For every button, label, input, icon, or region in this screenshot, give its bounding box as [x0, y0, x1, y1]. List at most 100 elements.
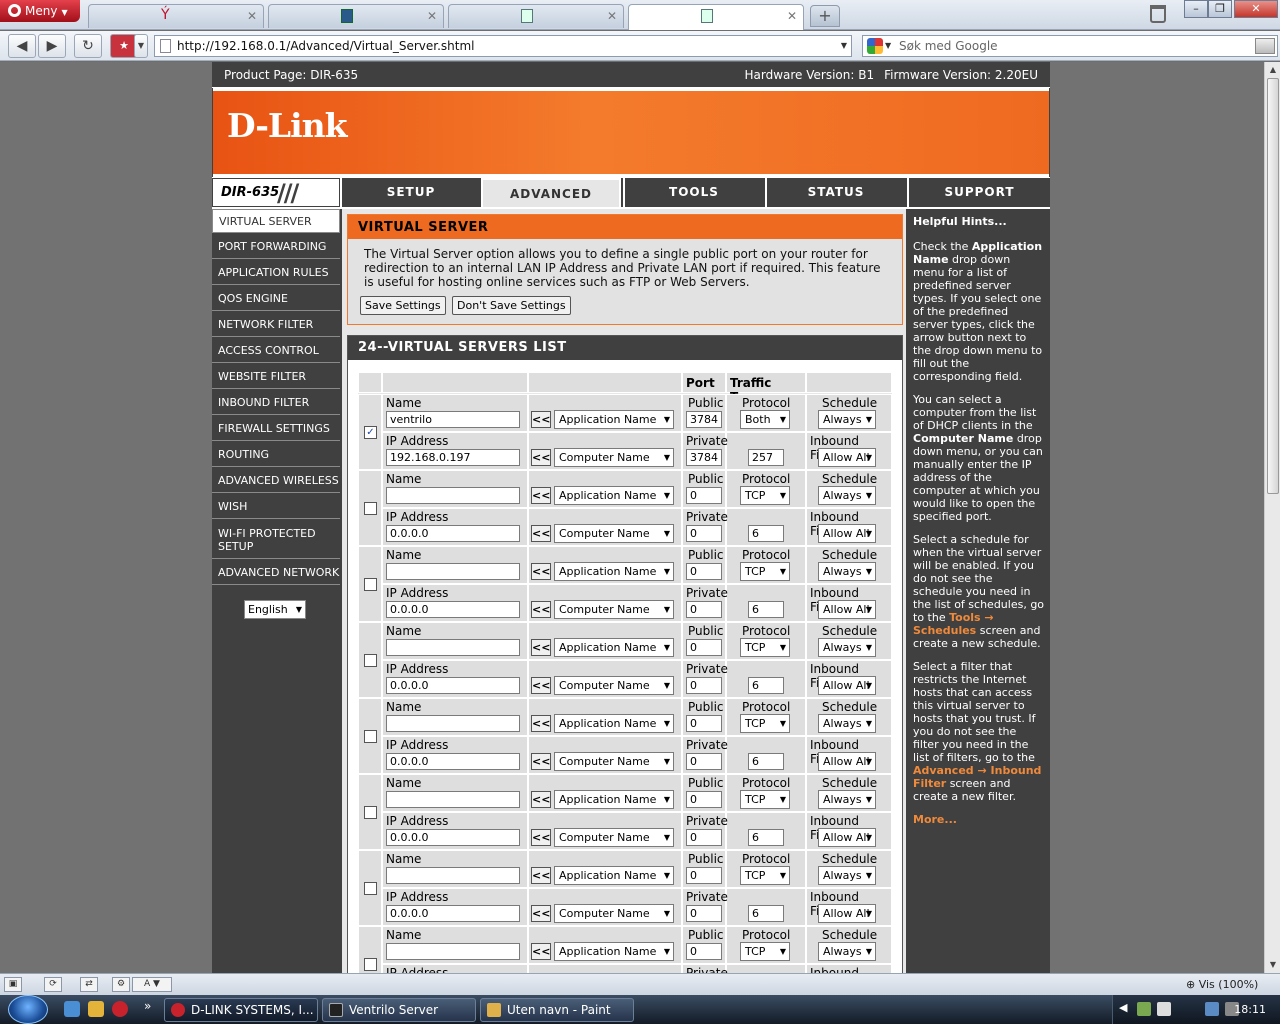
protocol-select[interactable]: TCP ▼: [740, 562, 790, 581]
application-name-select[interactable]: Application Name ▼: [554, 410, 674, 429]
nav-port-forwarding[interactable]: PORT FORWARDING: [212, 235, 340, 259]
nav-virtual-server[interactable]: VIRTUAL SERVER: [212, 209, 340, 233]
public-port-input[interactable]: 0: [686, 487, 722, 504]
inbound-filter-select[interactable]: Allow All ▼: [818, 600, 876, 619]
schedule-select[interactable]: Always ▼: [818, 638, 876, 657]
tray-expand-icon[interactable]: ◀: [1119, 1001, 1127, 1014]
schedule-select[interactable]: Always ▼: [818, 790, 876, 809]
nav-advanced-network[interactable]: ADVANCED NETWORK: [212, 561, 340, 585]
name-input[interactable]: [386, 639, 520, 656]
tray-network-icon[interactable]: [1205, 1002, 1219, 1016]
computer-name-select[interactable]: Computer Name ▼: [554, 600, 674, 619]
name-input[interactable]: [386, 867, 520, 884]
inbound-filter-select[interactable]: Allow All ▼: [818, 524, 876, 543]
name-input[interactable]: ventrilo: [386, 411, 520, 428]
row-enable-checkbox[interactable]: [364, 578, 377, 591]
window-close-button[interactable]: ✕: [1234, 0, 1278, 18]
minimize-button[interactable]: –: [1184, 0, 1208, 18]
computer-name-select[interactable]: Computer Name ▼: [554, 828, 674, 847]
close-tab-icon[interactable]: ✕: [247, 9, 257, 23]
tab-tools[interactable]: TOOLS: [623, 178, 763, 207]
chevron-down-icon[interactable]: ▼: [841, 36, 847, 56]
fill-ip-button[interactable]: <<: [531, 829, 551, 846]
zoom-level[interactable]: ⊕ Vis (100%): [1186, 976, 1276, 993]
tab-status[interactable]: STATUS: [765, 178, 905, 207]
browser-tab-3[interactable]: ✕: [448, 4, 624, 28]
name-input[interactable]: [386, 563, 520, 580]
application-name-select[interactable]: Application Name ▼: [554, 638, 674, 657]
nav-network-filter[interactable]: NETWORK FILTER: [212, 313, 340, 337]
close-tab-icon[interactable]: ✕: [607, 9, 617, 23]
inbound-filter-select[interactable]: Allow All ▼: [818, 828, 876, 847]
fill-name-button[interactable]: <<: [531, 563, 551, 580]
scroll-down-icon[interactable]: ▼: [1265, 957, 1280, 973]
application-name-select[interactable]: Application Name ▼: [554, 790, 674, 809]
protocol-number-input[interactable]: 6: [748, 525, 784, 542]
dont-save-settings-button[interactable]: Don't Save Settings: [452, 296, 571, 315]
private-port-input[interactable]: 0: [686, 753, 722, 770]
schedule-select[interactable]: Always ▼: [818, 714, 876, 733]
nav-application-rules[interactable]: APPLICATION RULES: [212, 261, 340, 285]
schedule-select[interactable]: Always ▼: [818, 942, 876, 961]
public-port-input[interactable]: 0: [686, 943, 722, 960]
protocol-select[interactable]: TCP ▼: [740, 638, 790, 657]
application-name-select[interactable]: Application Name ▼: [554, 942, 674, 961]
private-port-input[interactable]: 0: [686, 829, 722, 846]
fill-ip-button[interactable]: <<: [531, 905, 551, 922]
network-icon[interactable]: ⇄: [80, 977, 98, 992]
protocol-select[interactable]: TCP ▼: [740, 486, 790, 505]
protocol-number-input[interactable]: 6: [748, 677, 784, 694]
browser-tab-active[interactable]: ✕: [628, 4, 804, 30]
ip-address-input[interactable]: 192.168.0.197: [386, 449, 520, 466]
google-icon[interactable]: [867, 38, 883, 54]
nav-advanced-wireless[interactable]: ADVANCED WIRELESS: [212, 469, 340, 493]
quicklaunch-desktop-icon[interactable]: [64, 1001, 80, 1017]
taskbar-item-ventrilo[interactable]: Ventrilo Server: [322, 998, 476, 1022]
chevron-down-icon[interactable]: ▼: [885, 36, 891, 56]
schedule-select[interactable]: Always ▼: [818, 410, 876, 429]
search-icon[interactable]: [1255, 38, 1275, 54]
name-input[interactable]: [386, 715, 520, 732]
row-enable-checkbox[interactable]: [364, 806, 377, 819]
close-tab-icon[interactable]: ✕: [787, 9, 797, 23]
quicklaunch-media-icon[interactable]: [88, 1001, 104, 1017]
nav-inbound-filter[interactable]: INBOUND FILTER: [212, 391, 340, 415]
protocol-select[interactable]: TCP ▼: [740, 866, 790, 885]
tray-app-icon[interactable]: [1137, 1002, 1151, 1016]
inbound-filter-select[interactable]: Allow All ▼: [818, 752, 876, 771]
public-port-input[interactable]: 0: [686, 791, 722, 808]
private-port-input[interactable]: 0: [686, 525, 722, 542]
reload-button[interactable]: ↻: [74, 34, 102, 58]
row-enable-checkbox[interactable]: [364, 502, 377, 515]
tab-support[interactable]: SUPPORT: [907, 178, 1050, 207]
fill-name-button[interactable]: <<: [531, 411, 551, 428]
name-input[interactable]: [386, 791, 520, 808]
private-port-input[interactable]: 0: [686, 677, 722, 694]
row-enable-checkbox[interactable]: [364, 654, 377, 667]
application-name-select[interactable]: Application Name ▼: [554, 562, 674, 581]
protocol-select[interactable]: Both ▼: [740, 410, 790, 429]
fill-ip-button[interactable]: <<: [531, 525, 551, 542]
schedule-select[interactable]: Always ▼: [818, 866, 876, 885]
public-port-input[interactable]: 0: [686, 563, 722, 580]
vertical-scrollbar[interactable]: ▲ ▼: [1264, 62, 1280, 973]
computer-name-select[interactable]: Computer Name ▼: [554, 752, 674, 771]
nav-wifi-protected-setup[interactable]: WI-FI PROTECTED SETUP: [212, 521, 340, 559]
computer-name-select[interactable]: Computer Name ▼: [554, 524, 674, 543]
name-input[interactable]: [386, 487, 520, 504]
new-tab-button[interactable]: +: [810, 5, 840, 27]
trash-icon[interactable]: [1150, 5, 1166, 23]
nav-routing[interactable]: ROUTING: [212, 443, 340, 467]
protocol-number-input[interactable]: 6: [748, 829, 784, 846]
schedule-select[interactable]: Always ▼: [818, 562, 876, 581]
taskbar-item-dlink[interactable]: D-LINK SYSTEMS, I...: [164, 998, 318, 1022]
nav-website-filter[interactable]: WEBSITE FILTER: [212, 365, 340, 389]
name-input[interactable]: [386, 943, 520, 960]
tray-mail-icon[interactable]: [1157, 1002, 1171, 1016]
protocol-select[interactable]: TCP ▼: [740, 790, 790, 809]
computer-name-select[interactable]: Computer Name ▼: [554, 904, 674, 923]
nav-qos-engine[interactable]: QOS ENGINE: [212, 287, 340, 311]
protocol-number-input[interactable]: 6: [748, 753, 784, 770]
row-enable-checkbox[interactable]: [364, 958, 377, 971]
fill-name-button[interactable]: <<: [531, 715, 551, 732]
